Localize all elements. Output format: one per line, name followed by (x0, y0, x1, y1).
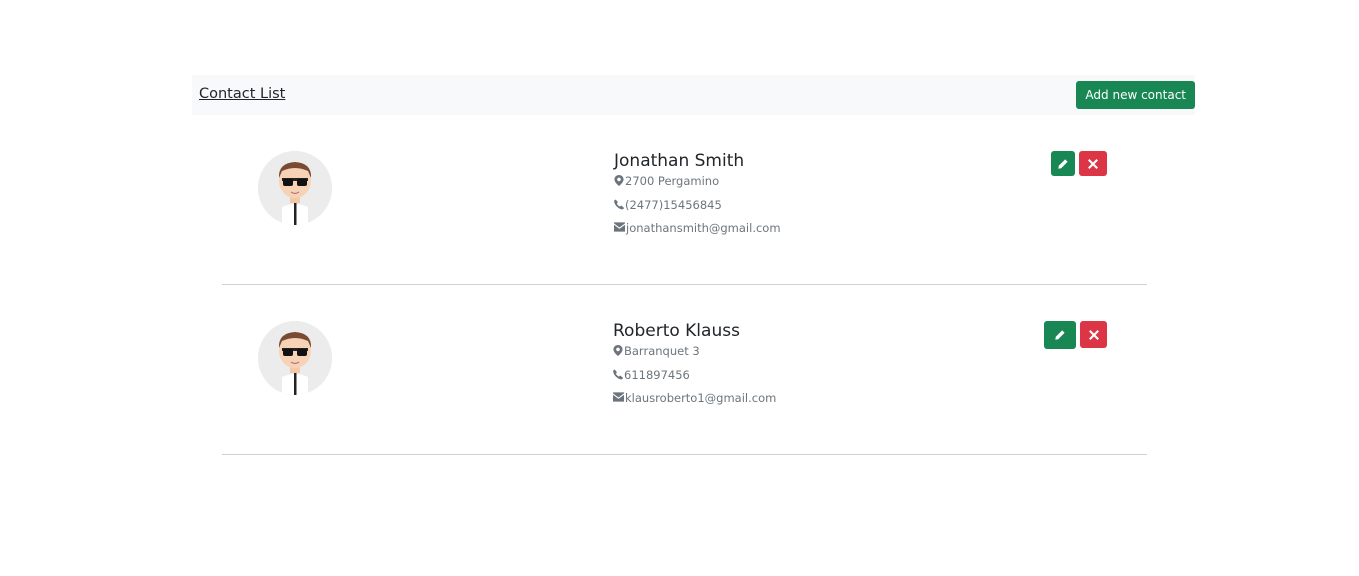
navbar: Contact List Add new contact (192, 75, 1195, 115)
contact-card: Roberto Klauss Barranquet 3 611897456 kl… (222, 285, 1147, 455)
contact-email-text: jonathansmith@gmail.com (626, 221, 781, 235)
close-icon (1088, 329, 1099, 340)
location-pin-icon (613, 345, 623, 356)
contact-actions (1044, 321, 1107, 349)
contact-phone: 611897456 (613, 367, 776, 391)
contact-name: Jonathan Smith (614, 151, 745, 171)
avatar (258, 151, 332, 225)
navbar-brand-link[interactable]: Contact List (199, 86, 285, 102)
contact-email-text: klausroberto1@gmail.com (625, 391, 777, 405)
contact-email: jonathansmith@gmail.com (614, 220, 781, 244)
phone-icon (613, 369, 623, 379)
contact-info: Jonathan Smith 2700 Pergamino (2477)1545… (614, 151, 781, 244)
contact-actions (1051, 151, 1107, 176)
contact-phone: (2477)15456845 (614, 197, 781, 221)
add-new-contact-button[interactable]: Add new contact (1076, 81, 1195, 109)
contact-name: Roberto Klauss (613, 321, 740, 341)
contact-info: Roberto Klauss Barranquet 3 611897456 kl… (613, 321, 776, 414)
contact-address-text: Barranquet 3 (624, 344, 700, 358)
location-pin-icon (614, 175, 624, 186)
avatar (258, 321, 332, 395)
contact-address: 2700 Pergamino (614, 173, 781, 197)
envelope-icon (613, 392, 624, 402)
delete-contact-button[interactable] (1080, 321, 1107, 348)
contact-address-text: 2700 Pergamino (625, 174, 720, 188)
contact-phone-text: 611897456 (624, 367, 690, 382)
pencil-icon (1058, 158, 1068, 169)
contact-phone-text: (2477)15456845 (625, 197, 722, 212)
phone-icon (614, 199, 624, 209)
contact-card: Jonathan Smith 2700 Pergamino (2477)1545… (222, 115, 1147, 285)
delete-contact-button[interactable] (1079, 151, 1107, 176)
edit-contact-button[interactable] (1051, 151, 1075, 176)
contact-email: klausroberto1@gmail.com (613, 390, 776, 414)
avatar-illustration (258, 321, 332, 395)
edit-contact-button[interactable] (1044, 321, 1076, 349)
envelope-icon (614, 222, 625, 232)
pencil-icon (1055, 330, 1065, 340)
avatar-illustration (258, 151, 332, 225)
contact-address: Barranquet 3 (613, 343, 776, 367)
close-icon (1088, 158, 1098, 169)
